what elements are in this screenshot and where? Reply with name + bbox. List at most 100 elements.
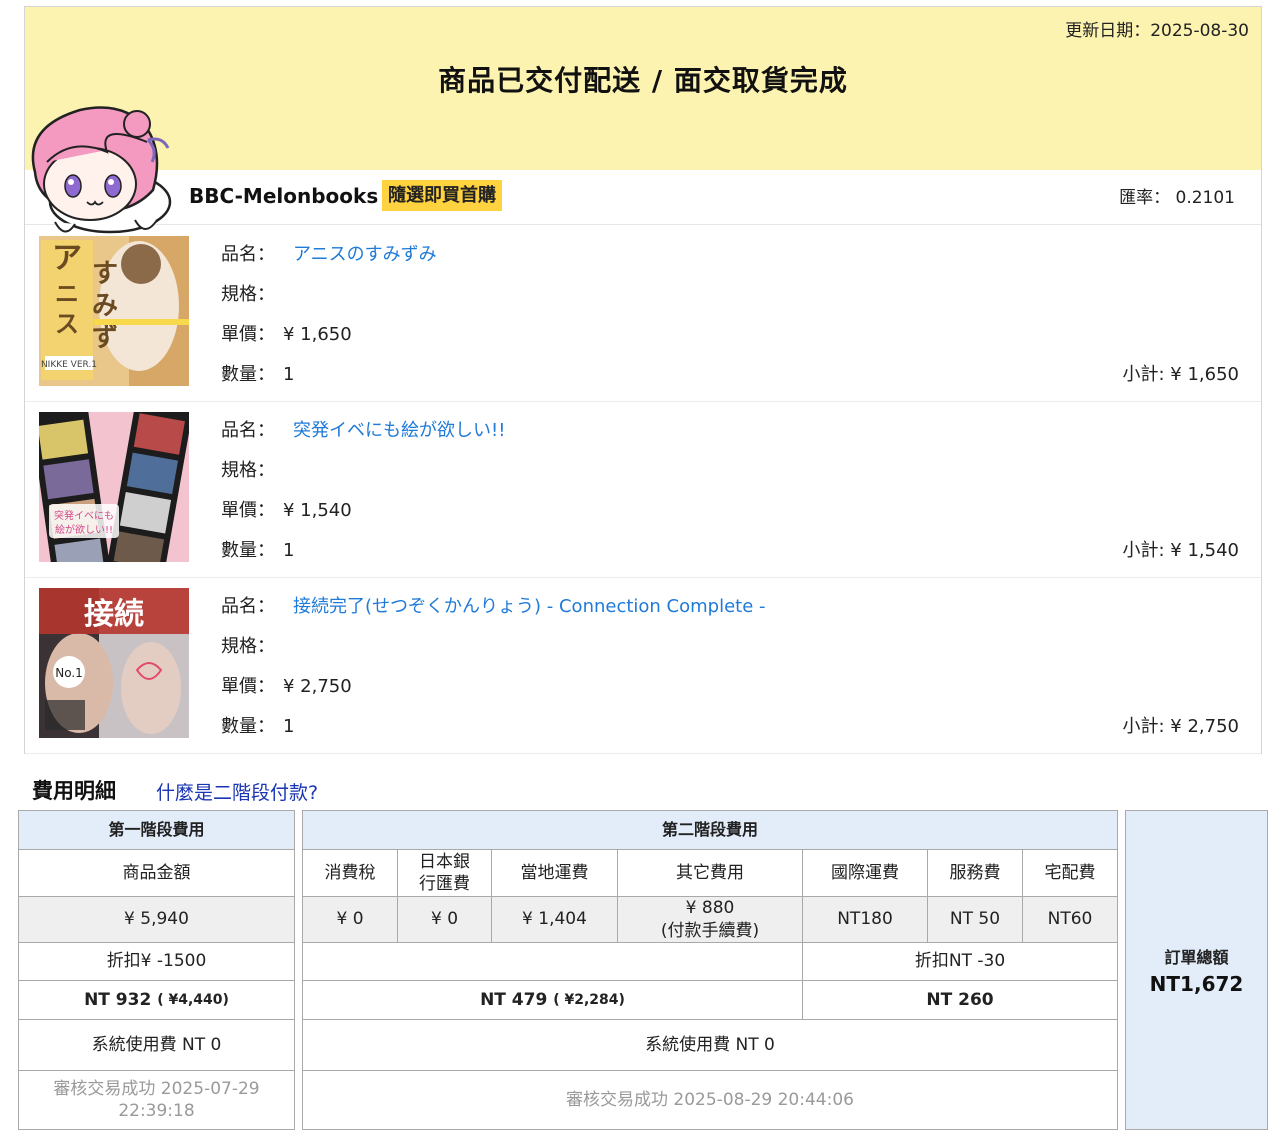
subtotal-value: ¥ 1,650 xyxy=(1170,364,1239,385)
order-total-box: 訂單總額 NT1,672 xyxy=(1125,810,1268,1130)
product-cover-image[interactable]: 接続 No.1 xyxy=(39,588,189,738)
item-title-link[interactable]: 突発イベにも絵が欲しい!! xyxy=(293,420,505,441)
qty-label: 數量： xyxy=(221,716,275,737)
phase2-col-intl-shipping: 國際運費 xyxy=(803,850,928,897)
list-item: ア ニ ス す み ず NIKKE VER.1 品名： アニスのすみずみ 規格： … xyxy=(25,226,1261,402)
shop-row: BBC-Melonbooks 隨選即買首購 匯率： 0.2101 xyxy=(25,170,1261,225)
item-name-row: 品名： アニスのすみずみ xyxy=(221,240,437,266)
item-spec-row: 規格： xyxy=(221,632,293,658)
phase2-header: 第二階段費用 xyxy=(303,811,1117,850)
item-price-value: ¥ 1,650 xyxy=(283,324,352,345)
item-subtotal: 小計: ¥ 1,650 xyxy=(1122,360,1239,386)
phase2-col-bank-fee: 日本銀 行匯費 xyxy=(398,850,492,897)
spec-label: 規格： xyxy=(221,636,275,657)
svg-text:み: み xyxy=(92,291,118,321)
list-item: 突発イベにも 絵が欲しい!! 品名： 突発イベにも絵が欲しい!! 規格： 單價： ¥… xyxy=(25,402,1261,578)
item-qty-value: 1 xyxy=(283,364,295,385)
phase1-header: 第一階段費用 xyxy=(19,811,294,850)
item-subtotal: 小計: ¥ 1,540 xyxy=(1122,536,1239,562)
phase1-fee-table: 第一階段費用 商品金額 ¥ 5,940 折扣¥ -1500 NT 932 ( ¥… xyxy=(18,810,295,1130)
phase1-col-label: 商品金額 xyxy=(19,850,294,897)
bank-fee-line2: 行匯費 xyxy=(419,874,470,894)
phase2-review-status: 審核交易成功 2025-08-29 20:44:06 xyxy=(566,1089,854,1110)
phase1-discount: 折扣¥ -1500 xyxy=(19,943,294,981)
phase2-col-service-fee: 服務費 xyxy=(928,850,1023,897)
phase1-total-nt: NT 932 xyxy=(84,989,152,1010)
phase2-col-consumption-tax: 消費稅 xyxy=(303,850,398,897)
qty-label: 數量： xyxy=(221,364,275,385)
svg-text:ス: ス xyxy=(55,310,79,338)
svg-text:絵が欲しい!!: 絵が欲しい!! xyxy=(55,523,113,536)
phase2-val-bank-fee: ¥ 0 xyxy=(398,897,492,943)
subtotal-label: 小計: xyxy=(1122,716,1165,737)
phase2-val-intl-shipping: NT180 xyxy=(803,897,928,943)
phase1-total: NT 932 ( ¥4,440) xyxy=(19,981,294,1020)
exchange-rate-label: 匯率： xyxy=(1119,188,1171,208)
exchange-rate-value: 0.2101 xyxy=(1175,188,1235,208)
phase2-col-local-shipping: 當地運費 xyxy=(492,850,618,897)
other-fee-amount: ¥ 880 xyxy=(685,898,735,919)
qty-label: 數量： xyxy=(221,540,275,561)
item-price-row: 單價： ¥ 1,650 xyxy=(221,320,352,346)
svg-text:突発イベにも: 突発イベにも xyxy=(54,509,114,522)
item-subtotal: 小計: ¥ 2,750 xyxy=(1122,712,1239,738)
mascot-image xyxy=(15,102,185,247)
spec-label: 規格： xyxy=(221,284,275,305)
phase2-val-local-shipping: ¥ 1,404 xyxy=(492,897,618,943)
phase2-total-nt-fees: NT 260 xyxy=(803,981,1117,1020)
name-label: 品名： xyxy=(221,244,275,265)
price-label: 單價： xyxy=(221,324,275,345)
phase1-system-fee: 系統使用費 NT 0 xyxy=(19,1020,294,1071)
svg-text:No.1: No.1 xyxy=(55,666,83,680)
svg-text:す: す xyxy=(92,259,118,289)
order-card: 更新日期：2025-08-30 商品已交付配送 / 面交取貨完成 BBC-Mel… xyxy=(24,6,1262,754)
svg-text:NIKKE VER.1: NIKKE VER.1 xyxy=(41,360,97,370)
phase2-total-nt: NT 479 xyxy=(480,989,548,1010)
item-title-link[interactable]: 接続完了(せつぞくかんりょう) - Connection Complete - xyxy=(293,596,766,617)
order-total-value: NT1,672 xyxy=(1149,972,1244,996)
order-total-label: 訂單總額 xyxy=(1164,948,1229,967)
other-fee-note: (付款手續費) xyxy=(660,920,760,941)
phase1-total-jpy: ( ¥4,440) xyxy=(157,991,229,1008)
phase2-val-other-fees: ¥ 880 (付款手續費) xyxy=(618,897,803,943)
bank-fee-line1: 日本銀 xyxy=(419,851,470,872)
spec-label: 規格： xyxy=(221,460,275,481)
update-date-value: 2025-08-30 xyxy=(1150,21,1249,41)
phase2-col-other-fees: 其它費用 xyxy=(618,850,803,897)
item-qty-value: 1 xyxy=(283,716,295,737)
two-phase-payment-help-link[interactable]: 什麼是二階段付款? xyxy=(156,778,318,805)
product-cover-image[interactable]: ア ニ ス す み ず NIKKE VER.1 xyxy=(39,236,189,386)
update-date-label: 更新日期： xyxy=(1065,21,1151,41)
exchange-rate: 匯率： 0.2101 xyxy=(1119,183,1235,208)
product-cover-image[interactable]: 突発イベにも 絵が欲しい!! xyxy=(39,412,189,562)
item-spec-row: 規格： xyxy=(221,280,293,306)
subtotal-label: 小計: xyxy=(1122,364,1165,385)
subtotal-value: ¥ 2,750 xyxy=(1170,716,1239,737)
item-qty-row: 數量： 1 xyxy=(221,536,294,562)
phase2-discount: 折扣NT -30 xyxy=(803,943,1117,981)
svg-text:ニ: ニ xyxy=(55,280,79,308)
phase2-val-service-fee: NT 50 xyxy=(928,897,1023,943)
order-status-title: 商品已交付配送 / 面交取貨完成 xyxy=(438,64,848,97)
item-name-row: 品名： 突発イベにも絵が欲しい!! xyxy=(221,416,505,442)
subtotal-value: ¥ 1,540 xyxy=(1170,540,1239,561)
fee-section-heading: 費用明細 xyxy=(32,779,116,803)
item-name-row: 品名： 接続完了(せつぞくかんりょう) - Connection Complete… xyxy=(221,592,766,618)
status-banner: 更新日期：2025-08-30 商品已交付配送 / 面交取貨完成 xyxy=(25,7,1261,170)
item-spec-row: 規格： xyxy=(221,456,293,482)
price-label: 單價： xyxy=(221,500,275,521)
phase2-total-jpy: ( ¥2,284) xyxy=(553,991,625,1008)
item-price-value: ¥ 1,540 xyxy=(283,500,352,521)
list-item: 接続 No.1 品名： 接続完了(せつぞくかんりょう) - Connection … xyxy=(25,578,1261,754)
svg-text:ず: ず xyxy=(92,323,118,353)
item-title-link[interactable]: アニスのすみずみ xyxy=(293,244,437,265)
svg-text:接続: 接続 xyxy=(84,597,144,632)
item-price-row: 單價： ¥ 2,750 xyxy=(221,672,352,698)
phase2-fee-table: 第二階段費用 消費稅 日本銀 行匯費 當地運費 其它費用 國際運費 服務費 宅配… xyxy=(302,810,1118,1130)
price-label: 單價： xyxy=(221,676,275,697)
item-qty-row: 數量： 1 xyxy=(221,360,294,386)
item-price-value: ¥ 2,750 xyxy=(283,676,352,697)
phase2-val-delivery-fee: NT60 xyxy=(1023,897,1117,943)
item-qty-row: 數量： 1 xyxy=(221,712,294,738)
name-label: 品名： xyxy=(221,420,275,441)
